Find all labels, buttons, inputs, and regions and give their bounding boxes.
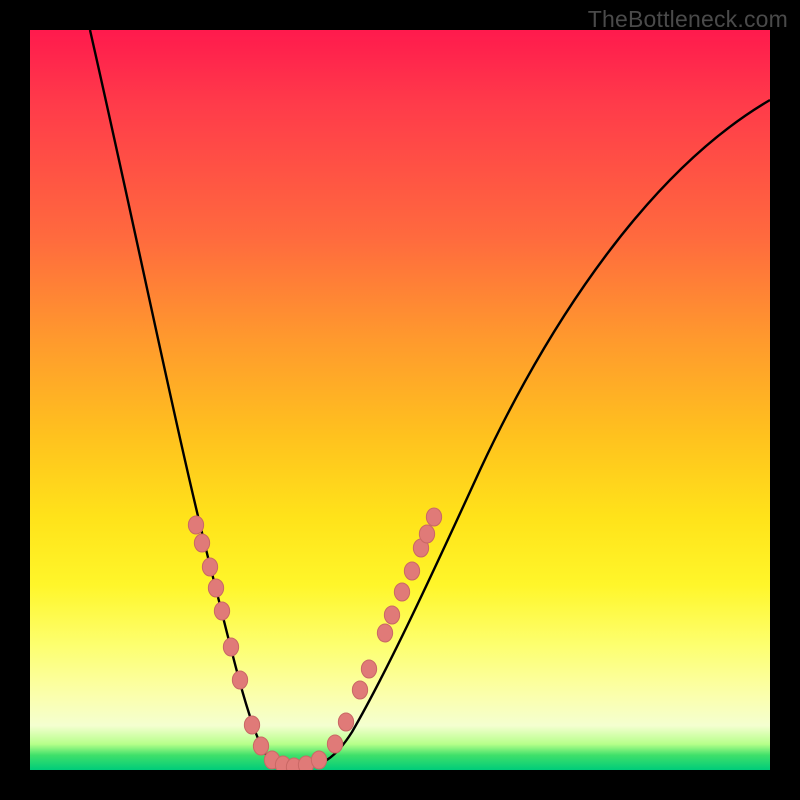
bottleneck-chart-svg (30, 30, 770, 770)
curve-marker (404, 562, 419, 580)
curve-marker (214, 602, 229, 620)
curve-marker (352, 681, 367, 699)
curve-marker (208, 579, 223, 597)
curve-marker (202, 558, 217, 576)
marker-group (188, 508, 441, 770)
plot-gradient-area (30, 30, 770, 770)
curve-marker (194, 534, 209, 552)
bottleneck-curve (90, 30, 770, 767)
watermark-text: TheBottleneck.com (588, 6, 788, 33)
curve-marker (338, 713, 353, 731)
curve-marker (394, 583, 409, 601)
curve-marker (223, 638, 238, 656)
curve-marker (361, 660, 376, 678)
curve-marker (253, 737, 268, 755)
curve-marker (426, 508, 441, 526)
curve-marker (384, 606, 399, 624)
curve-marker (419, 525, 434, 543)
chart-frame: TheBottleneck.com (0, 0, 800, 800)
curve-marker (244, 716, 259, 734)
curve-marker (232, 671, 247, 689)
curve-marker (377, 624, 392, 642)
curve-marker (327, 735, 342, 753)
curve-marker (311, 751, 326, 769)
curve-marker (188, 516, 203, 534)
